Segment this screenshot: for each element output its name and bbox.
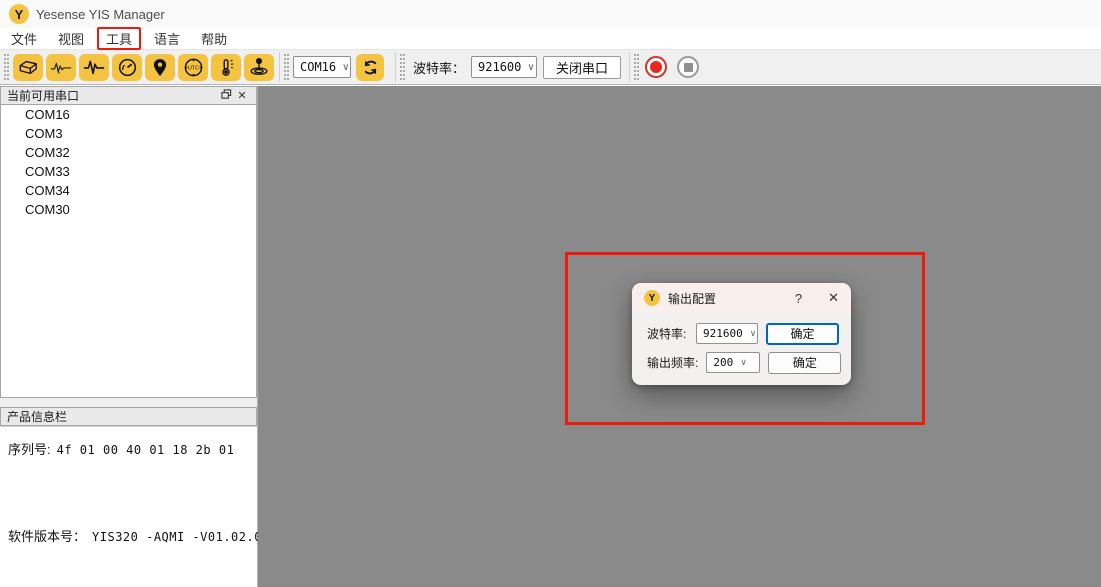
workspace: 当前可用串口 ✕ COM16 COM3 COM32 COM33 COM34 CO… xyxy=(0,86,1101,587)
joystick-button[interactable] xyxy=(244,54,274,81)
utc-clock-icon: UTC xyxy=(183,57,204,78)
baud-rate-select[interactable]: 921600 ∨ xyxy=(471,56,537,78)
gauge-button[interactable] xyxy=(112,54,142,81)
close-serial-port-button[interactable]: 关闭串口 xyxy=(543,56,621,79)
software-version-value: YIS320 -AQMI -V01.02.03; xyxy=(92,530,277,544)
title-bar: Y Yesense YIS Manager xyxy=(0,0,1101,28)
thermometer-button[interactable] xyxy=(211,54,241,81)
toolbar-drag-handle[interactable] xyxy=(284,54,289,80)
port-list-item[interactable]: COM34 xyxy=(1,181,256,200)
chevron-down-icon: ∨ xyxy=(342,62,349,73)
waveform-icon xyxy=(49,57,73,77)
port-list-item[interactable]: COM16 xyxy=(1,105,256,124)
toolbar: UTC COM16 ∨ 波特率： 921600 ∨ 关闭串口 xyxy=(0,50,1101,85)
product-panel-header: 产品信息栏 xyxy=(0,407,257,426)
dialog-rate-label: 输出频率: xyxy=(647,354,698,371)
toolbar-drag-handle[interactable] xyxy=(634,54,639,80)
stop-icon xyxy=(677,56,699,78)
refresh-icon xyxy=(361,58,380,77)
product-panel-title: 产品信息栏 xyxy=(7,408,250,425)
port-select-value: COM16 xyxy=(300,60,336,74)
baud-rate-row: 波特率: 921600 ∨ 确定 xyxy=(647,319,839,348)
dialog-rate-value: 200 xyxy=(713,356,733,369)
dialog-title: 输出配置 xyxy=(668,290,795,307)
software-version-row: 软件版本号： YIS320 -AQMI -V01.02.03; xyxy=(8,526,249,545)
product-info-panel: 序列号: 4f 01 00 40 01 18 2b 01 软件版本号： YIS3… xyxy=(0,426,257,587)
port-list-item[interactable]: COM3 xyxy=(1,124,256,143)
location-pin-icon xyxy=(151,57,169,78)
port-select[interactable]: COM16 ∨ xyxy=(293,56,351,78)
left-dock-panel: 当前可用串口 ✕ COM16 COM3 COM32 COM33 COM34 CO… xyxy=(0,86,258,587)
dialog-close-button[interactable]: ✕ xyxy=(828,290,839,306)
output-config-dialog: Y 输出配置 ? ✕ 波特率: 921600 ∨ 确定 输 xyxy=(632,283,851,385)
baud-rate-value: 921600 xyxy=(478,60,521,74)
serial-panel-header: 当前可用串口 ✕ xyxy=(0,86,257,105)
menu-item-help[interactable]: 帮助 xyxy=(193,28,235,49)
window-title: Yesense YIS Manager xyxy=(36,7,165,22)
pulse-button[interactable] xyxy=(79,54,109,81)
baud-rate-label: 波特率： xyxy=(413,58,465,77)
dialog-title-bar[interactable]: Y 输出配置 ? ✕ xyxy=(632,283,851,313)
close-icon: ✕ xyxy=(237,89,246,102)
refresh-ports-button[interactable] xyxy=(356,54,384,81)
menu-item-language[interactable]: 语言 xyxy=(146,28,188,49)
serial-port-list: COM16 COM3 COM32 COM33 COM34 COM30 xyxy=(0,105,257,398)
float-panel-button[interactable] xyxy=(218,88,234,103)
chevron-down-icon: ∨ xyxy=(750,328,757,339)
panel-gap xyxy=(0,398,257,407)
serial-number-label: 序列号: xyxy=(8,439,51,458)
dialog-help-button[interactable]: ? xyxy=(795,291,802,306)
toolbar-drag-handle[interactable] xyxy=(400,54,405,80)
rate-confirm-button[interactable]: 确定 xyxy=(768,352,841,374)
output-rate-row: 输出频率: 200 ∨ 确定 xyxy=(647,348,839,377)
serial-number-row: 序列号: 4f 01 00 40 01 18 2b 01 xyxy=(8,439,249,458)
svg-text:UTC: UTC xyxy=(188,65,199,71)
serial-number-value: 4f 01 00 40 01 18 2b 01 xyxy=(57,443,235,457)
baud-confirm-button[interactable]: 确定 xyxy=(766,323,839,345)
yesense-logo-icon: Y xyxy=(9,4,29,24)
toolbar-separator xyxy=(629,52,630,82)
menu-bar: 文件 视图 工具 语言 帮助 xyxy=(0,28,1101,50)
dialog-baud-select[interactable]: 921600 ∨ xyxy=(696,323,758,344)
serial-panel-title: 当前可用串口 xyxy=(7,87,218,104)
port-list-item[interactable]: COM32 xyxy=(1,143,256,162)
thermometer-icon xyxy=(216,57,236,78)
joystick-icon xyxy=(248,57,270,77)
toolbar-drag-handle[interactable] xyxy=(4,54,9,80)
location-button[interactable] xyxy=(145,54,175,81)
dialog-body: 波特率: 921600 ∨ 确定 输出频率: 200 ∨ 确定 xyxy=(632,313,851,377)
port-list-item[interactable]: COM33 xyxy=(1,162,256,181)
toolbar-separator xyxy=(279,52,280,82)
toolbar-separator xyxy=(395,52,396,82)
chevron-down-icon: ∨ xyxy=(740,357,747,368)
chevron-down-icon: ∨ xyxy=(527,62,534,73)
port-list-item[interactable]: COM30 xyxy=(1,200,256,219)
cube-3d-button[interactable] xyxy=(13,54,43,81)
software-version-label: 软件版本号： xyxy=(8,526,86,545)
cube-3d-icon xyxy=(17,57,39,77)
stop-button[interactable] xyxy=(675,54,701,80)
app-window: Y Yesense YIS Manager 文件 视图 工具 语言 帮助 UTC xyxy=(0,0,1101,587)
record-button[interactable] xyxy=(643,54,669,80)
yesense-logo-icon: Y xyxy=(644,290,660,306)
waveform-button[interactable] xyxy=(46,54,76,81)
utc-clock-button[interactable]: UTC xyxy=(178,54,208,81)
close-panel-button[interactable]: ✕ xyxy=(234,88,250,103)
pulse-icon xyxy=(82,57,106,77)
menu-item-file[interactable]: 文件 xyxy=(3,28,45,49)
dialog-rate-select[interactable]: 200 ∨ xyxy=(706,352,760,373)
record-icon xyxy=(645,56,667,78)
menu-item-view[interactable]: 视图 xyxy=(50,28,92,49)
menu-item-tools[interactable]: 工具 xyxy=(97,27,141,50)
gauge-icon xyxy=(117,57,138,78)
main-canvas: Y 输出配置 ? ✕ 波特率: 921600 ∨ 确定 输 xyxy=(258,86,1101,587)
dialog-baud-label: 波特率: xyxy=(647,325,686,342)
float-icon xyxy=(221,89,232,103)
dialog-baud-value: 921600 xyxy=(703,327,743,340)
